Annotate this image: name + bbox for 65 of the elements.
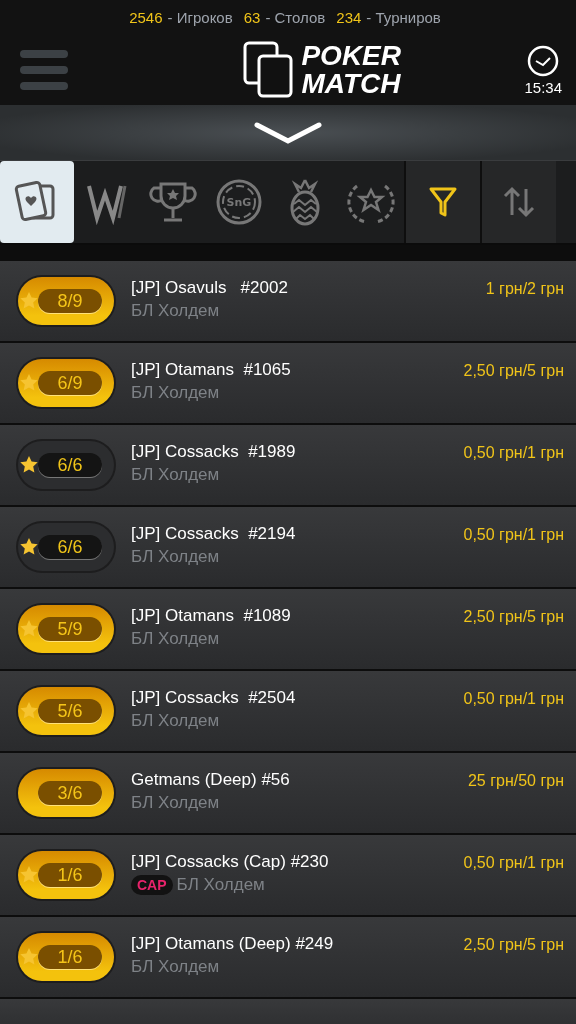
seats-badge: 1/6 bbox=[18, 851, 114, 899]
game-type: БЛ Холдем bbox=[131, 711, 220, 731]
seats-badge: 8/9 bbox=[18, 277, 114, 325]
table-stakes: 1 грн/2 грн bbox=[485, 279, 564, 298]
table-row[interactable]: 8/9 [JP] Osavuls #2002 БЛ Холдем 1 грн/2 грн bbox=[0, 261, 576, 341]
game-type: БЛ Холдем bbox=[131, 957, 220, 977]
table-stakes: 2,50 грн/5 грн bbox=[463, 935, 564, 954]
seats-badge: 6/6 bbox=[18, 523, 114, 571]
table-name: Getmans (Deep) #56 bbox=[131, 770, 291, 790]
table-row[interactable]: 3/6 Getmans (Deep) #56 БЛ Холдем 25 грн/50 грн bbox=[0, 753, 576, 833]
table-row[interactable]: 1/6 [JP] Otamans (Deep) #249 БЛ Холдем 2,50 грн/5 грн bbox=[0, 917, 576, 997]
stat-count: 63 bbox=[243, 9, 261, 26]
chevron-down-icon[interactable] bbox=[254, 120, 322, 145]
logo-text: POKER bbox=[301, 42, 401, 70]
table-name: [JP] Otamans (Deep) #249 bbox=[131, 934, 335, 954]
sort-button[interactable] bbox=[480, 161, 556, 243]
logo-text: MATCH bbox=[301, 70, 401, 98]
table-stakes: 0,50 грн/1 грн bbox=[463, 689, 564, 708]
table-name: [JP] Cossacks (Cap) #230 bbox=[131, 852, 330, 872]
seats-badge: 6/9 bbox=[18, 359, 114, 407]
sng-chip-icon: SnG bbox=[215, 178, 263, 226]
stat-label: - Столов bbox=[265, 9, 326, 26]
stat-count: 234 bbox=[336, 9, 362, 26]
table-stakes: 0,50 грн/1 грн bbox=[463, 525, 564, 544]
table-row[interactable]: 6/6 [JP] Cossacks #1989 БЛ Холдем 0,50 грн/1 грн bbox=[0, 425, 576, 505]
game-type: БЛ Холдем bbox=[131, 793, 220, 813]
category-tab[interactable]: SnG bbox=[206, 161, 272, 243]
table-name: [JP] Otamans #1089 bbox=[131, 606, 292, 626]
game-type: БЛ Холдем bbox=[131, 465, 220, 485]
table-row[interactable]: 5/9 [JP] Otamans #1089 БЛ Холдем 2,50 грн/5 грн bbox=[0, 589, 576, 669]
stat-count: 2546 bbox=[129, 9, 163, 26]
seats-badge: 5/9 bbox=[18, 605, 114, 653]
stat-label: - Турниров bbox=[366, 9, 441, 26]
table-row[interactable]: 6/6 [JP] Cossacks #2194 БЛ Холдем 0,50 грн/1 грн bbox=[0, 507, 576, 587]
table-row[interactable]: 1/6 [JP] Cossacks (Cap) #230 CAP БЛ Холдем 0,50 грн/1 грн bbox=[0, 835, 576, 915]
table-name: [JP] Osavuls #2002 bbox=[131, 278, 289, 298]
game-type: БЛ Холдем bbox=[176, 875, 265, 895]
filter-icon bbox=[428, 185, 458, 219]
cap-tag: CAP bbox=[131, 875, 173, 895]
filter-button[interactable] bbox=[404, 161, 480, 243]
table-stakes: 2,50 грн/5 грн bbox=[463, 607, 564, 626]
game-type: БЛ Холдем bbox=[131, 301, 220, 321]
seats-badge: 6/6 bbox=[18, 441, 114, 489]
table-row[interactable]: 5/6 [JP] Cossacks #2504 БЛ Холдем 0,50 грн/1 грн bbox=[0, 671, 576, 751]
table-stakes: 2,50 грн/5 грн bbox=[463, 361, 564, 380]
stat-label: - Игроков bbox=[167, 9, 233, 26]
game-type: БЛ Холдем bbox=[131, 547, 220, 567]
table-stakes: 0,50 грн/1 грн bbox=[463, 443, 564, 462]
table-stakes: 0,50 грн/1 грн bbox=[463, 853, 564, 872]
seats-badge: 3/6 bbox=[18, 769, 114, 817]
seats-badge: 1/6 bbox=[18, 933, 114, 981]
table-stakes: 25 грн/50 грн bbox=[467, 771, 564, 790]
sort-icon bbox=[502, 185, 536, 219]
table-row[interactable]: 6/9 [JP] Otamans #1065 БЛ Холдем 2,50 грн/5 грн bbox=[0, 343, 576, 423]
table-name: [JP] Otamans #1065 bbox=[131, 360, 292, 380]
game-type: БЛ Холдем bbox=[131, 629, 220, 649]
cards-logo-icon bbox=[243, 41, 296, 99]
clock-icon bbox=[527, 44, 560, 77]
table-name: [JP] Cossacks #1989 bbox=[131, 442, 297, 462]
game-type: БЛ Холдем bbox=[131, 383, 220, 403]
table-name: [JP] Cossacks #2504 bbox=[131, 688, 297, 708]
category-tab[interactable] bbox=[0, 161, 74, 243]
seats-badge: 5/6 bbox=[18, 687, 114, 735]
table-name: [JP] Cossacks #2194 bbox=[131, 524, 297, 544]
clock-time: 15:34 bbox=[524, 78, 562, 96]
